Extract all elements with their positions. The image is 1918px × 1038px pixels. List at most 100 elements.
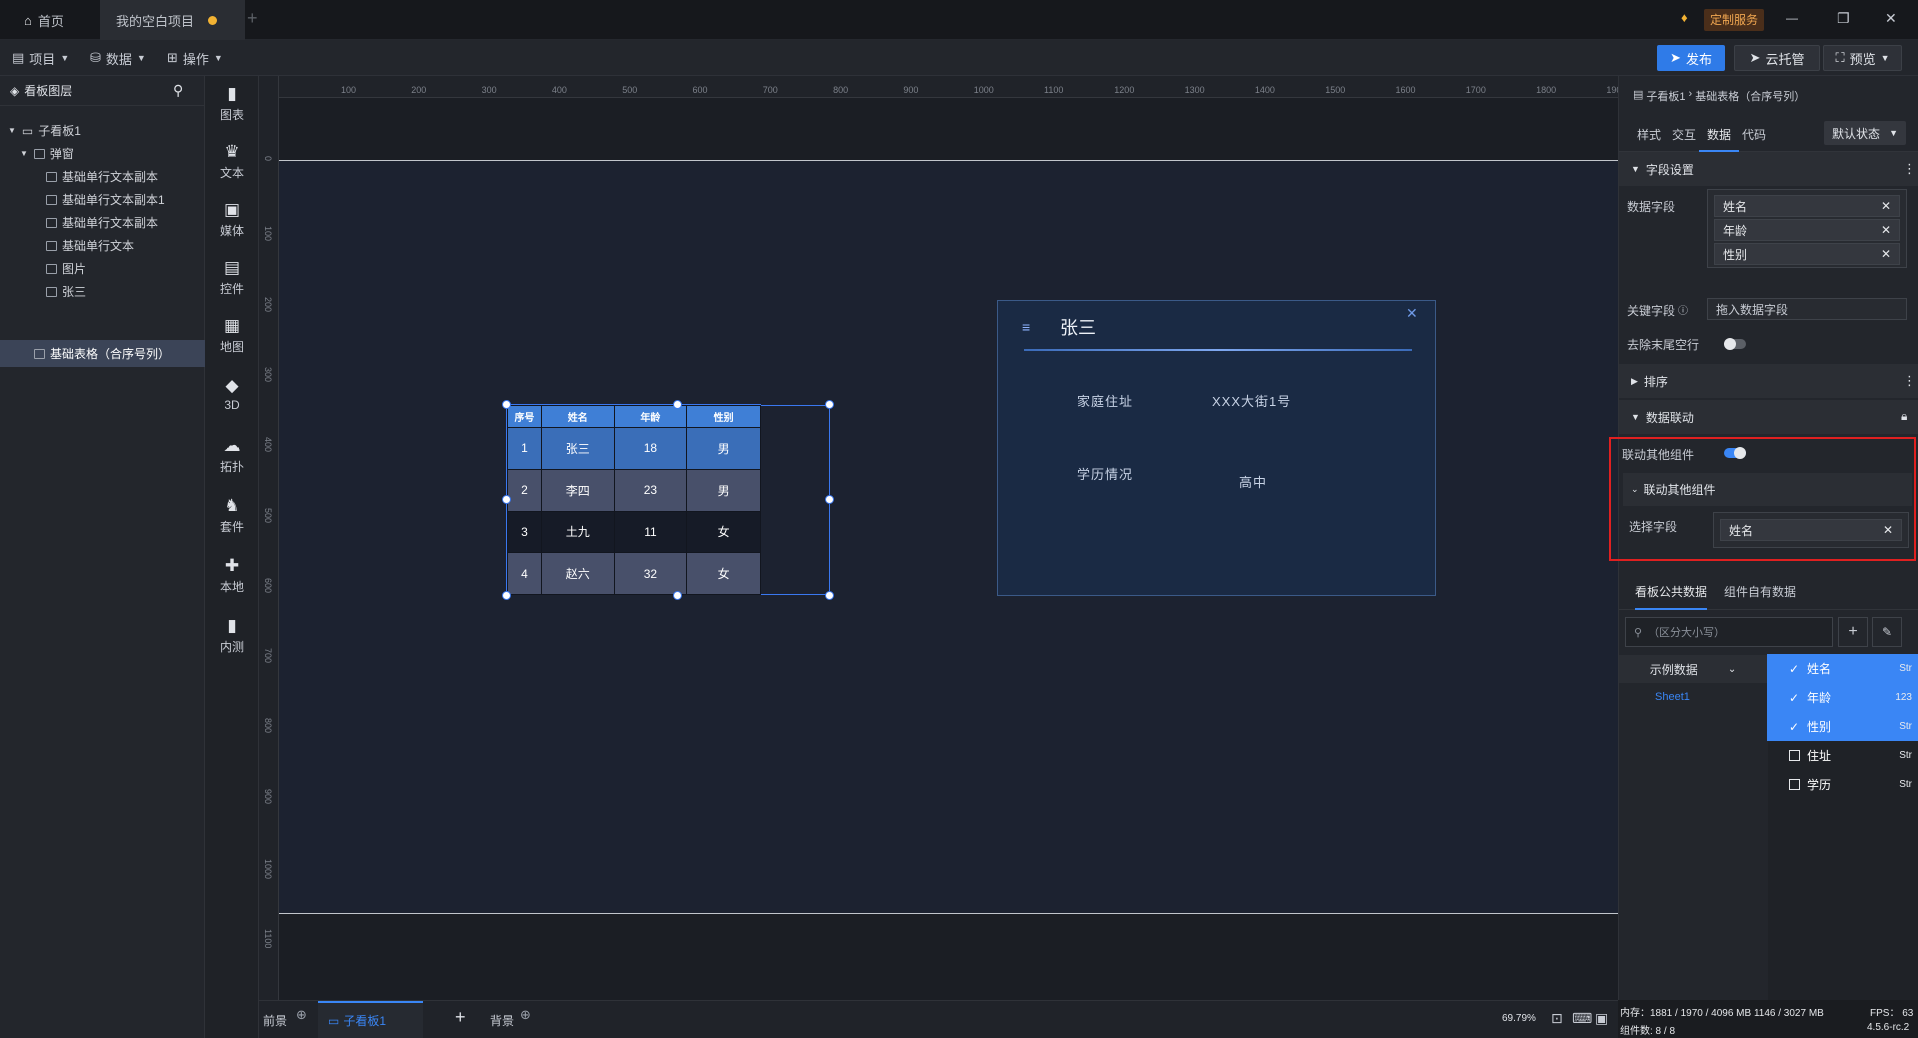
tab-component-own-data[interactable]: 组件自有数据 — [1724, 576, 1796, 610]
resize-handle[interactable] — [673, 400, 682, 409]
resize-handle[interactable] — [502, 400, 511, 409]
resize-handle[interactable] — [825, 591, 834, 600]
grid-icon: ⊞ — [167, 50, 178, 65]
popup-window[interactable]: ≡ 张三 ✕ 家庭住址 XXX大街1号 学历情况 高中 — [997, 300, 1436, 596]
basic-table[interactable]: 序号 姓名 年龄 性别 1 张三 18 男 2 李四 23 男 3 土九 11 — [507, 405, 761, 595]
column-item[interactable]: ✓ 姓名 Str — [1767, 654, 1918, 683]
breadcrumb-parent[interactable]: 子看板1 — [1646, 88, 1685, 104]
tool-kit[interactable]: ♞ 套件 — [205, 488, 259, 544]
section-data-linkage[interactable]: ▼ 数据联动 🔒︎ — [1619, 400, 1918, 434]
remove-icon[interactable]: ✕ — [1883, 523, 1893, 537]
select-field-chip[interactable]: 姓名 ✕ — [1720, 519, 1902, 541]
column-item[interactable]: 住址 Str — [1767, 741, 1918, 770]
check-icon[interactable]: ✓ — [1789, 720, 1799, 734]
help-icon[interactable]: ⓘ — [1678, 302, 1688, 319]
table-row[interactable]: 2 李四 23 男 — [507, 468, 761, 512]
data-field-chip[interactable]: 年龄 ✕ — [1714, 219, 1900, 241]
column-item[interactable]: ✓ 年龄 123 — [1767, 683, 1918, 712]
tab-board-public-data[interactable]: 看板公共数据 — [1635, 576, 1708, 610]
resize-handle[interactable] — [502, 591, 511, 600]
subboard-tab[interactable]: ▭ 子看板1 — [318, 1001, 423, 1038]
tool-chart[interactable]: ▮ 图表 — [205, 76, 259, 132]
close-window-icon[interactable]: ✕ — [1885, 10, 1897, 27]
tool-topology[interactable]: ☁ 拓扑 — [205, 428, 259, 484]
keyboard-icon[interactable]: ⌨ — [1572, 1010, 1592, 1027]
section-sort[interactable]: ▶ 排序 ⋮ — [1619, 364, 1918, 398]
menu-icon: ≡ — [1022, 319, 1031, 335]
zoom-level[interactable]: 69.79% — [1502, 1013, 1536, 1024]
foreground-tab[interactable]: 前景 — [263, 1012, 287, 1029]
data-fields-dropzone[interactable]: 姓名 ✕ 年龄 ✕ 性别 ✕ — [1707, 189, 1907, 268]
tab-data[interactable]: 数据 — [1699, 122, 1739, 152]
resize-handle[interactable] — [825, 400, 834, 409]
link-sub-header[interactable]: ⌄ 联动其他组件 — [1623, 473, 1912, 506]
fit-screen-icon[interactable]: ⊡ — [1551, 1010, 1563, 1027]
tool-control[interactable]: ▤ 控件 — [205, 250, 259, 306]
resize-handle[interactable] — [825, 495, 834, 504]
add-board-icon[interactable]: + — [455, 1007, 466, 1028]
search-icon[interactable]: ⚲ — [173, 82, 183, 99]
custom-service-button[interactable]: 定制服务 — [1704, 9, 1765, 31]
new-tab-plus-icon[interactable]: + — [247, 8, 258, 29]
column-item[interactable]: ✓ 性别 Str — [1767, 712, 1918, 741]
resize-handle[interactable] — [673, 591, 682, 600]
menu-data[interactable]: ⛁ 数据 ▼ — [90, 40, 146, 76]
state-select[interactable]: 默认状态 ▼ — [1824, 121, 1906, 145]
tool-map[interactable]: ▦ 地图 — [205, 308, 259, 364]
check-icon[interactable]: ✓ — [1789, 662, 1799, 676]
sheet-item[interactable]: Sheet1 — [1655, 691, 1690, 703]
remove-icon[interactable]: ✕ — [1881, 199, 1891, 213]
search-input[interactable]: ⚲ （区分大小写） — [1625, 617, 1833, 647]
column-item[interactable]: 学历 Str — [1767, 770, 1918, 799]
add-circle-icon[interactable]: ⊕ — [296, 1007, 307, 1023]
tool-beta[interactable]: ▮ 内测 — [205, 608, 259, 664]
checkbox-empty-icon[interactable] — [1789, 779, 1800, 790]
layer-item-zhangsan[interactable]: 张三 — [0, 278, 205, 305]
table-row[interactable]: 4 赵六 32 女 — [507, 552, 761, 595]
menu-operate[interactable]: ⊞ 操作 ▼ — [167, 40, 223, 76]
more-icon[interactable]: ⋮ — [1903, 373, 1916, 389]
link-other-toggle[interactable] — [1724, 447, 1746, 459]
terminal-icon[interactable]: ▣ — [1595, 1010, 1608, 1027]
minimize-icon[interactable]: — — [1786, 11, 1798, 25]
publish-button[interactable]: ➤ 发布 — [1657, 45, 1725, 71]
tab-style[interactable]: 样式 — [1637, 126, 1661, 143]
select-field-dropzone[interactable]: 姓名 ✕ — [1713, 512, 1909, 548]
tab-code[interactable]: 代码 — [1742, 126, 1766, 143]
more-icon[interactable]: ⋮ — [1903, 161, 1916, 177]
add-circle-icon[interactable]: ⊕ — [520, 1007, 531, 1023]
add-data-button[interactable]: + — [1838, 617, 1868, 647]
tab-project[interactable]: 我的空白项目 — [100, 0, 245, 40]
restore-icon[interactable]: ❐ — [1837, 10, 1850, 27]
data-field-chip[interactable]: 姓名 ✕ — [1714, 195, 1900, 217]
popup-close-icon[interactable]: ✕ — [1406, 305, 1418, 322]
tool-media[interactable]: ▣ 媒体 — [205, 192, 259, 248]
caret-down-icon[interactable]: ▼ — [8, 126, 16, 135]
remove-icon[interactable]: ✕ — [1881, 247, 1891, 261]
section-field-settings[interactable]: ▼ 字段设置 ⋮ — [1619, 152, 1918, 186]
table-row[interactable]: 1 张三 18 男 — [507, 427, 761, 470]
edit-data-icon[interactable]: ✎ — [1872, 617, 1902, 647]
lock-icon[interactable]: 🔒︎ — [1901, 409, 1907, 424]
resize-handle[interactable] — [502, 495, 511, 504]
tool-3d[interactable]: ◆ 3D — [205, 366, 259, 422]
menu-project[interactable]: ▤ 项目 ▼ — [12, 40, 69, 76]
remove-icon[interactable]: ✕ — [1881, 223, 1891, 237]
layer-item-table[interactable]: 基础表格（合序号列） — [0, 340, 205, 367]
table-row[interactable]: 3 土九 11 女 — [507, 510, 761, 554]
background-tab[interactable]: 背景 — [490, 1012, 514, 1029]
sub-board-canvas[interactable]: 序号 姓名 年龄 性别 1 张三 18 男 2 李四 23 男 3 土九 11 — [279, 160, 1618, 914]
caret-down-icon[interactable]: ▼ — [20, 149, 28, 158]
remove-empty-toggle[interactable] — [1724, 338, 1746, 350]
data-field-chip[interactable]: 性别 ✕ — [1714, 243, 1900, 265]
tab-home[interactable]: ⌂ 首页 — [8, 0, 80, 40]
check-icon[interactable]: ✓ — [1789, 691, 1799, 705]
tab-interaction[interactable]: 交互 — [1672, 126, 1696, 143]
cloud-host-button[interactable]: ➤ 云托管 — [1734, 45, 1820, 71]
key-field-dropzone[interactable]: 拖入数据字段 — [1707, 298, 1907, 320]
checkbox-empty-icon[interactable] — [1789, 750, 1800, 761]
preview-button[interactable]: ⛶ 预览 ▼ — [1823, 45, 1902, 71]
dataset-select[interactable]: 示例数据 ⌄ — [1619, 655, 1767, 683]
tool-text[interactable]: ♛ 文本 — [205, 134, 259, 190]
tool-local[interactable]: ✚ 本地 — [205, 548, 259, 604]
